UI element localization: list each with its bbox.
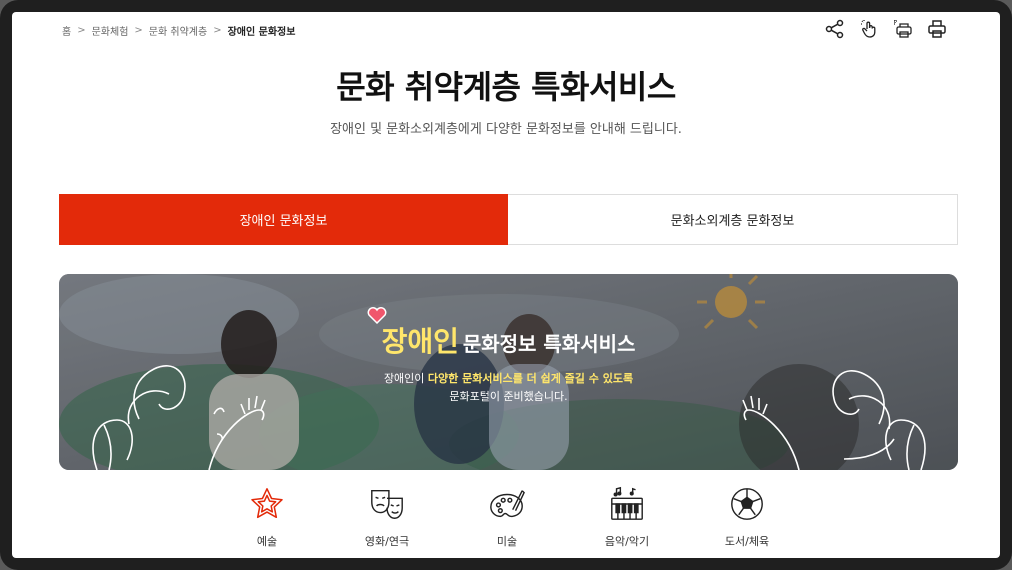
banner-line-1-highlight: 다양한 문화서비스를 더 쉽게 즐길 수 있도록	[427, 372, 634, 385]
category-fine-art[interactable]: 미술	[467, 485, 547, 555]
page-title: 문화 취약계층 특화서비스	[336, 68, 676, 106]
breadcrumb-current: 장애인 문화정보	[227, 27, 296, 38]
breadcrumb-culture-experience[interactable]: 문화체험	[92, 23, 129, 38]
category-label: 미술	[496, 535, 518, 548]
print-preview-button[interactable]	[892, 18, 914, 40]
touch-button[interactable]	[858, 18, 880, 40]
category-list: 예술 영화/연극 미술 음악/악기 도서/체육	[227, 485, 787, 555]
breadcrumb: 홈 > 문화체험 > 문화 취약계층 > 장애인 문화정보	[62, 23, 295, 38]
palette-icon	[490, 490, 525, 518]
share-button[interactable]	[824, 18, 846, 40]
theater-masks-icon	[371, 489, 403, 519]
category-books-sports[interactable]: 도서/체육	[707, 485, 787, 555]
tab-disabled-culture-info[interactable]: 장애인 문화정보	[59, 194, 508, 245]
category-label: 영화/연극	[364, 535, 410, 548]
breadcrumb-separator: >	[134, 25, 143, 36]
banner-headline: 장애인 문화정보 특화서비스	[59, 320, 958, 360]
piano-icon	[611, 486, 643, 520]
tab-bar: 장애인 문화정보 문화소외계층 문화정보	[59, 194, 958, 245]
touch-icon	[861, 20, 876, 38]
tab-marginalized-culture-info[interactable]: 문화소외계층 문화정보	[508, 194, 958, 245]
breadcrumb-separator: >	[77, 25, 86, 36]
banner-headline-rest: 문화정보 특화서비스	[462, 332, 636, 356]
star-icon	[251, 488, 283, 519]
category-art[interactable]: 예술	[227, 485, 307, 555]
page: 홈 > 문화체험 > 문화 취약계층 > 장애인 문화정보 문화 취약계층 특화…	[12, 12, 1000, 558]
soccer-ball-icon	[731, 488, 763, 520]
banner-description: 장애인이 다양한 문화서비스를 더 쉽게 즐길 수 있도록 문화포털이 준비했습…	[59, 370, 958, 406]
breadcrumb-home[interactable]: 홈	[62, 23, 71, 38]
banner-line-2: 문화포털이 준비했습니다.	[449, 390, 568, 403]
page-subtitle: 장애인 및 문화소외계층에게 다양한 문화정보를 안내해 드립니다.	[330, 122, 682, 137]
banner-headline-highlight: 장애인	[381, 325, 459, 358]
category-label: 도서/체육	[724, 535, 770, 548]
banner-line-1: 장애인이 다양한 문화서비스를 더 쉽게 즐길 수 있도록	[59, 370, 958, 388]
share-icon	[825, 19, 844, 39]
breadcrumb-vulnerable-groups[interactable]: 문화 취약계층	[149, 23, 207, 38]
toolbar	[824, 18, 948, 40]
print-button[interactable]	[926, 18, 948, 40]
breadcrumb-separator: >	[213, 25, 222, 36]
banner-line-1-prefix: 장애인이	[383, 372, 428, 385]
print-preview-icon	[894, 20, 912, 38]
hero-banner: 장애인 문화정보 특화서비스 장애인이 다양한 문화서비스를 더 쉽게 즐길 수 …	[59, 274, 958, 470]
category-music-instruments[interactable]: 음악/악기	[587, 485, 667, 555]
category-label: 예술	[256, 535, 278, 548]
print-icon	[928, 20, 946, 38]
category-movie-theater[interactable]: 영화/연극	[347, 485, 427, 555]
category-label: 음악/악기	[604, 535, 650, 548]
